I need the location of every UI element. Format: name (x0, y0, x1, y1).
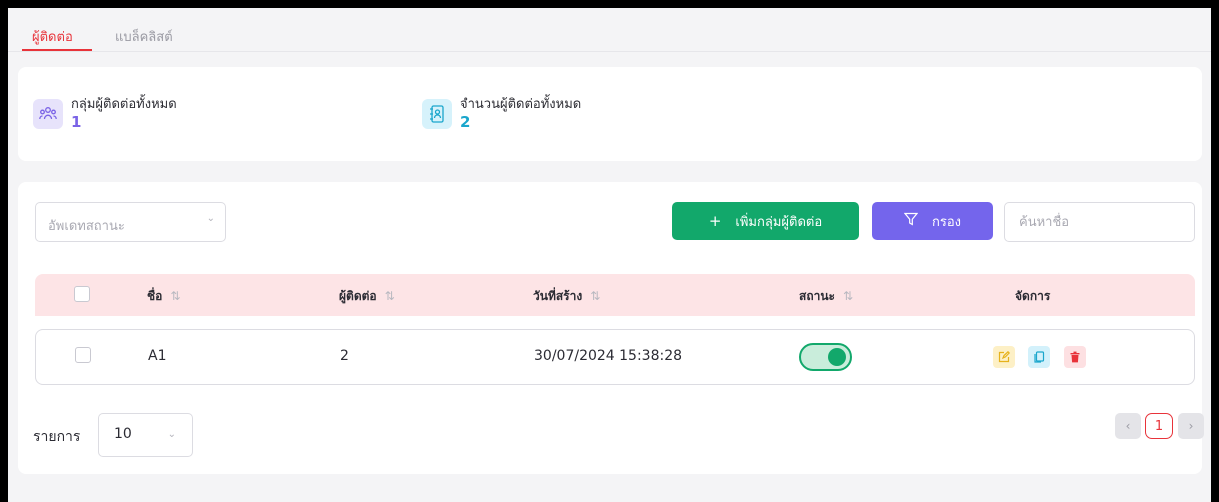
header-created: วันที่สร้าง ⇅ (533, 287, 600, 306)
header-contacts: ผู้ติดต่อ ⇅ (339, 287, 395, 306)
chevron-down-icon: ⌄ (167, 429, 176, 440)
header-created-label: วันที่สร้าง (533, 289, 583, 303)
row-created-date: 30/07/2024 15:38:28 (534, 348, 683, 364)
per-page-value: 10 (114, 426, 132, 442)
header-status-label: สถานะ (799, 289, 835, 303)
row-name: A1 (148, 348, 167, 364)
active-tab-indicator (22, 49, 92, 51)
add-contact-group-label: เพิ่มกลุ่มผู้ติดต่อ (735, 214, 823, 230)
stat-groups-value: 1 (71, 113, 82, 131)
page-number-current[interactable]: 1 (1145, 413, 1173, 439)
filter-label: กรอง (931, 214, 961, 230)
select-all-checkbox[interactable] (74, 286, 90, 302)
toggle-knob (828, 348, 846, 366)
sort-icon[interactable]: ⇅ (385, 289, 395, 303)
next-page-button[interactable]: › (1178, 413, 1204, 439)
per-page-label: รายการ (33, 429, 81, 445)
chevron-down-icon: ⌄ (206, 213, 215, 224)
trash-icon[interactable] (1064, 346, 1086, 368)
sort-icon[interactable]: ⇅ (590, 289, 600, 303)
add-contact-group-button[interactable]: + เพิ่มกลุ่มผู้ติดต่อ (672, 202, 859, 240)
row-checkbox[interactable] (75, 347, 91, 363)
header-contacts-label: ผู้ติดต่อ (339, 289, 377, 303)
header-actions: จัดการ (1015, 289, 1051, 303)
tab-contacts[interactable]: ผู้ติดต่อ (32, 26, 73, 47)
update-status-select[interactable]: อัพเดทสถานะ ⌄ (35, 202, 226, 242)
stat-contacts-value: 2 (460, 113, 471, 131)
update-status-placeholder: อัพเดทสถานะ (48, 219, 125, 234)
filter-button[interactable]: กรอง (872, 202, 993, 240)
previous-page-button[interactable]: ‹ (1115, 413, 1141, 439)
chevron-right-icon: › (1188, 419, 1194, 433)
app-frame: ผู้ติดต่อ แบล็คลิสต์ กลุ่มผู้ติดต่อทั้งห… (8, 8, 1211, 502)
tab-bar: ผู้ติดต่อ แบล็คลิสต์ (8, 8, 1211, 52)
sort-icon[interactable]: ⇅ (170, 289, 180, 303)
status-toggle[interactable] (799, 343, 852, 371)
table-header: ชื่อ ⇅ ผู้ติดต่อ ⇅ วันที่สร้าง ⇅ สถานะ ⇅ จัด… (35, 274, 1195, 316)
edit-icon[interactable] (993, 346, 1015, 368)
stat-contacts-label: จำนวนผู้ติดต่อทั้งหมด (460, 97, 582, 112)
contact-groups-card: อัพเดทสถานะ ⌄ + เพิ่มกลุ่มผู้ติดต่อ กรอง… (18, 182, 1204, 474)
table-row: A1 2 30/07/2024 15:38:28 (35, 329, 1195, 385)
copy-icon[interactable] (1028, 346, 1050, 368)
summary-card: กลุ่มผู้ติดต่อทั้งหมด 1 จำนวนผู้ติดต่อทั… (18, 67, 1202, 161)
chevron-left-icon: ‹ (1125, 419, 1131, 433)
header-status: สถานะ ⇅ (799, 287, 853, 306)
header-name: ชื่อ ⇅ (147, 287, 180, 306)
stat-groups-label: กลุ่มผู้ติดต่อทั้งหมด (71, 97, 177, 112)
row-contacts-count: 2 (340, 348, 349, 364)
tab-blacklist[interactable]: แบล็คลิสต์ (115, 26, 173, 47)
search-name-input[interactable] (1004, 202, 1195, 242)
address-book-icon (422, 99, 452, 129)
sort-icon[interactable]: ⇅ (843, 289, 853, 303)
users-group-icon (33, 99, 63, 129)
header-name-label: ชื่อ (147, 289, 163, 303)
per-page-select[interactable]: 10 ⌄ (98, 413, 193, 457)
plus-icon: + (708, 212, 722, 230)
filter-funnel-icon (903, 212, 919, 230)
